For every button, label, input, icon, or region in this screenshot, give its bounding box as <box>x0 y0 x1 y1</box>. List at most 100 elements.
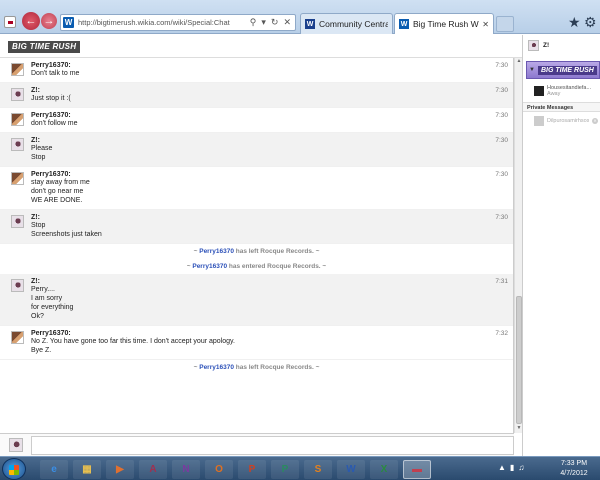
message-text: I am sorry <box>31 295 63 302</box>
current-user[interactable]: Z! <box>528 40 549 51</box>
tab-label: Community Central: W... <box>319 19 388 29</box>
room-header[interactable]: ▼ BIG TIME RUSH <box>526 61 600 79</box>
chat-scrollbar[interactable]: ▲ ▼ <box>514 58 522 433</box>
chat-message: Z!: Please Stop 7:30 <box>0 133 513 167</box>
avatar[interactable] <box>11 215 24 228</box>
avatar[interactable] <box>11 172 24 185</box>
tab-community-central[interactable]: W Community Central: W... <box>300 13 393 34</box>
avatar[interactable] <box>11 88 24 101</box>
collapse-arrow-icon[interactable]: ▼ <box>529 67 535 73</box>
message-text: Screenshots just taken <box>31 231 102 238</box>
close-icon[interactable]: ✕ <box>592 118 598 124</box>
user-list-item[interactable]: Housesitandiefa... Away <box>534 85 591 97</box>
message-username[interactable]: Z!: <box>31 214 513 221</box>
browser-toolbar: ← → W http://bigtimerush.wikia.com/wiki/… <box>0 0 600 34</box>
current-user-name: Z! <box>543 42 550 49</box>
taskbar-app-icon[interactable]: O <box>205 460 233 479</box>
start-button[interactable] <box>2 458 26 480</box>
message-username[interactable]: Perry16370: <box>31 171 513 178</box>
message-timestamp: 7:32 <box>495 330 508 337</box>
private-message-item[interactable]: Dilpurosamirhsos ✕ <box>534 116 598 126</box>
taskbar-app-icon[interactable]: X <box>370 460 398 479</box>
chat-input-bar <box>0 433 514 456</box>
new-tab-button[interactable] <box>496 16 514 32</box>
avatar[interactable] <box>11 331 24 344</box>
refresh-icon[interactable]: ↻ <box>271 17 279 28</box>
avatar[interactable] <box>11 138 24 151</box>
taskbar-app-icon[interactable]: e <box>40 460 68 479</box>
wikia-favicon-icon[interactable] <box>4 16 16 28</box>
message-text: Just stop it :( <box>31 95 71 102</box>
taskbar-app-icon[interactable]: W <box>337 460 365 479</box>
taskbar: e ▦ ▶ A N O P P S W X ▬ ▲ ▮ ♫ 7:33 PM 4/7/2012 <box>0 456 600 480</box>
notice-username[interactable]: Perry16370 <box>199 248 234 255</box>
tab-favicon-icon: W <box>399 19 409 29</box>
gear-icon[interactable]: ⚙ <box>584 14 597 31</box>
taskbar-app-icon[interactable]: ▶ <box>106 460 134 479</box>
message-text: stay away from me <box>31 179 90 186</box>
notice-username[interactable]: Perry16370 <box>192 263 227 270</box>
site-icon: W <box>63 17 74 28</box>
volume-icon[interactable]: ♫ <box>518 463 524 472</box>
chat-message: Perry16370: stay away from me don't go nea… <box>0 167 513 210</box>
message-username[interactable]: Z!: <box>31 137 513 144</box>
message-text: Stop <box>31 222 46 229</box>
message-text: Stop <box>31 154 46 161</box>
clock[interactable]: 7:33 PM 4/7/2012 <box>552 459 596 479</box>
chat-message: Perry16370: No Z. You have gone too far t… <box>0 326 513 360</box>
chat-message: Z!: Stop Screenshots just taken 7:30 <box>0 210 513 244</box>
show-hidden-icons-icon[interactable]: ▲ <box>498 463 506 472</box>
taskbar-app-icon[interactable]: P <box>238 460 266 479</box>
chat-notice: ~ Perry16370 has left Rocque Records. ~ <box>0 360 513 375</box>
favorites-star-icon[interactable]: ★ <box>568 14 581 31</box>
message-username[interactable]: Z!: <box>31 278 513 285</box>
avatar[interactable] <box>11 63 24 76</box>
chat-message: Perry16370: Don't talk to me 7:30 <box>0 58 513 83</box>
message-username[interactable]: Perry16370: <box>31 330 513 337</box>
tab-big-time-rush[interactable]: W Big Time Rush Wiki: ... ✕ <box>394 13 494 34</box>
message-username[interactable]: Perry16370: <box>31 112 513 119</box>
notice-text: has left Rocque Records. ~ <box>233 248 320 255</box>
private-messages-header: Private Messages <box>523 102 600 112</box>
pm-user-name: Dilpurosamirhsos <box>547 118 589 124</box>
taskbar-app-icon[interactable]: ▦ <box>73 460 101 479</box>
avatar[interactable] <box>11 113 24 126</box>
message-text: WE ARE DONE. <box>31 197 83 204</box>
message-text: Perry.... <box>31 286 55 293</box>
avatar <box>534 86 544 96</box>
address-text[interactable]: http://bigtimerush.wikia.com/wiki/Specia… <box>78 18 250 27</box>
close-icon[interactable]: ✕ <box>283 17 291 28</box>
message-input[interactable] <box>31 436 514 455</box>
message-text: Ok? <box>31 313 44 320</box>
message-username[interactable]: Perry16370: <box>31 62 513 69</box>
taskbar-app-icon[interactable]: S <box>304 460 332 479</box>
avatar <box>528 40 539 51</box>
message-username[interactable]: Z!: <box>31 87 513 94</box>
forward-button[interactable]: → <box>41 13 57 29</box>
message-timestamp: 7:30 <box>495 62 508 69</box>
message-text: Please <box>31 145 53 152</box>
message-text: No Z. You have gone too far this time. I… <box>31 338 235 345</box>
avatar <box>9 438 23 452</box>
address-bar[interactable]: W http://bigtimerush.wikia.com/wiki/Spec… <box>60 14 296 31</box>
message-text: don't follow me <box>31 120 78 127</box>
taskbar-app-icon[interactable]: N <box>172 460 200 479</box>
search-icon[interactable]: ⚲ <box>250 17 257 28</box>
taskbar-app-icon[interactable]: P <box>271 460 299 479</box>
tab-close-icon[interactable]: ✕ <box>482 20 489 29</box>
notice-username[interactable]: Perry16370 <box>199 364 234 371</box>
message-text: for everything <box>31 304 74 311</box>
message-timestamp: 7:30 <box>495 112 508 119</box>
taskbar-app-icon[interactable]: A <box>139 460 167 479</box>
message-timestamp: 7:30 <box>495 87 508 94</box>
clock-time: 7:33 PM <box>560 460 588 467</box>
network-icon[interactable]: ▮ <box>510 463 514 472</box>
dropdown-icon[interactable]: ▾ <box>261 17 266 28</box>
wiki-logo[interactable]: BIG TIME RUSH <box>8 41 81 53</box>
avatar[interactable] <box>11 279 24 292</box>
back-button[interactable]: ← <box>22 12 40 30</box>
message-timestamp: 7:30 <box>495 214 508 221</box>
taskbar-app-icon[interactable]: ▬ <box>403 460 431 479</box>
notice-text: has left Rocque Records. ~ <box>233 364 320 371</box>
chat-log: Perry16370: Don't talk to me 7:30 Z!: Just s… <box>0 58 514 433</box>
